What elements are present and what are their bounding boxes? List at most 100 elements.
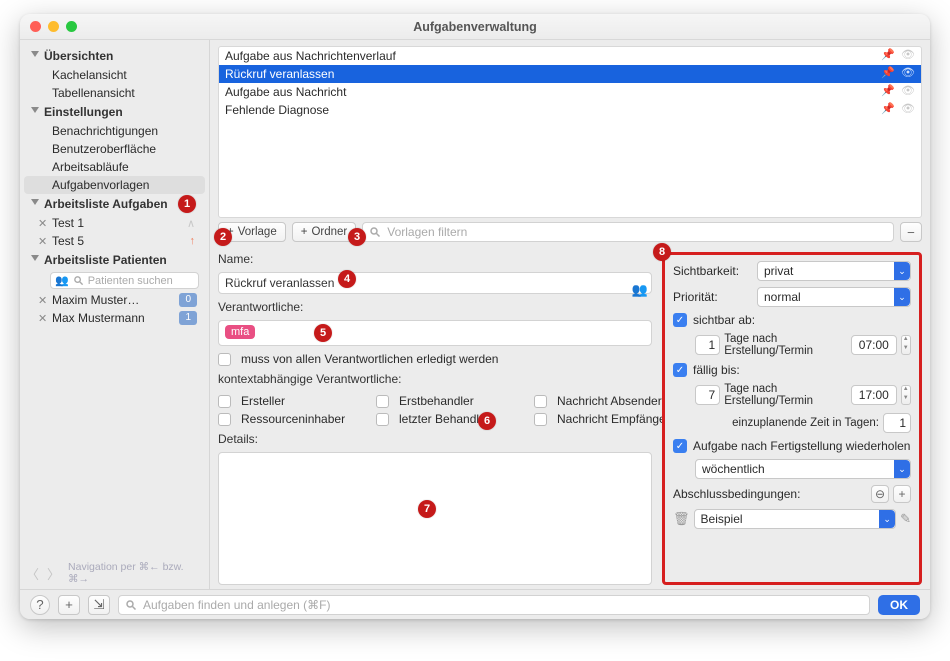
minimize-window-button[interactable] bbox=[48, 21, 59, 32]
eye-icon[interactable]: 👁 bbox=[901, 102, 915, 115]
list-item[interactable]: Rückruf veranlassen📌👁 bbox=[219, 65, 921, 83]
chevron-down-icon bbox=[31, 199, 39, 205]
sidebar-item-ui[interactable]: Benutzeroberfläche bbox=[24, 140, 205, 158]
condition-select[interactable]: Beispiel⌄ bbox=[694, 509, 897, 529]
template-list[interactable]: Aufgabe aus Nachrichtenverlauf📌👁 Rückruf… bbox=[218, 46, 922, 218]
annotation-4: 4 bbox=[338, 270, 356, 288]
close-icon[interactable]: ✕ bbox=[38, 312, 47, 325]
due-label: fällig bis: bbox=[693, 363, 740, 377]
add-folder-button[interactable]: +Ordner bbox=[292, 222, 357, 242]
chevron-down-icon bbox=[31, 255, 39, 261]
sidebar-item-patient-1[interactable]: ✕Max Mustermann1 bbox=[24, 309, 205, 327]
context-opt-lasttreater[interactable]: letzter Behandler bbox=[376, 412, 526, 426]
trash-icon[interactable]: 🗑 bbox=[673, 511, 690, 527]
visible-from-time-input[interactable]: 07:00 bbox=[851, 335, 897, 355]
export-button[interactable]: ⇲ bbox=[88, 595, 110, 615]
eye-icon[interactable]: 👁 bbox=[901, 84, 915, 97]
responsible-input[interactable]: mfa bbox=[218, 320, 652, 346]
context-opt-creator[interactable]: Ersteller bbox=[218, 394, 368, 408]
checkbox-icon bbox=[376, 395, 389, 408]
global-search-input[interactable]: Aufgaben finden und anlegen (⌘F) bbox=[118, 595, 870, 615]
sidebar-item-tableview[interactable]: Tabellenansicht bbox=[24, 84, 205, 102]
edit-icon[interactable]: ✎ bbox=[900, 511, 911, 527]
sidebar-footer: 〈 〉 Navigation per ⌘← bzw. ⌘→ bbox=[26, 561, 203, 585]
due-checkbox[interactable]: ✓ bbox=[673, 363, 687, 377]
visibility-select[interactable]: privat⌄ bbox=[757, 261, 911, 281]
time-stepper[interactable]: ▲▼ bbox=[901, 335, 911, 355]
remove-condition-button[interactable]: ⊖ bbox=[871, 485, 889, 503]
repeat-checkbox[interactable]: ✓ bbox=[673, 439, 687, 453]
sidebar-item-tasktemplates[interactable]: Aufgabenvorlagen bbox=[24, 176, 205, 194]
due-days-input[interactable]: 7 bbox=[695, 385, 720, 405]
patient-search[interactable]: 👥 Patienten suchen bbox=[50, 272, 199, 289]
checkbox-icon bbox=[534, 395, 547, 408]
search-icon bbox=[125, 599, 137, 611]
ok-button[interactable]: OK bbox=[878, 595, 920, 615]
sidebar-group-settings[interactable]: Einstellungen bbox=[24, 102, 205, 122]
zoom-window-button[interactable] bbox=[66, 21, 77, 32]
help-button[interactable]: ? bbox=[30, 595, 50, 615]
template-filter-input[interactable]: Vorlagen filtern bbox=[362, 222, 894, 242]
due-time-input[interactable]: 17:00 bbox=[851, 385, 897, 405]
dropdown-arrow-icon: ⌄ bbox=[894, 460, 910, 478]
details-textarea[interactable] bbox=[218, 452, 652, 585]
eye-icon[interactable]: 👁 bbox=[901, 66, 915, 79]
dropdown-arrow-icon: ⌄ bbox=[894, 288, 910, 306]
list-item[interactable]: Aufgabe aus Nachrichtenverlauf📌👁 bbox=[219, 47, 921, 65]
visibility-label: Sichtbarkeit: bbox=[673, 264, 751, 278]
sidebar-item-tileview[interactable]: Kachelansicht bbox=[24, 66, 205, 84]
annotation-3: 3 bbox=[348, 228, 366, 246]
count-badge: 1 bbox=[179, 311, 197, 325]
repeat-select[interactable]: wöchentlich⌄ bbox=[695, 459, 911, 479]
traffic-lights bbox=[30, 21, 77, 32]
search-icon bbox=[73, 275, 84, 286]
eye-icon[interactable]: 👁 bbox=[901, 48, 915, 61]
context-opt-firsttreater[interactable]: Erstbehandler bbox=[376, 394, 526, 408]
remove-template-button[interactable]: − bbox=[900, 222, 922, 242]
sidebar-group-overview[interactable]: Übersichten bbox=[24, 46, 205, 66]
nav-back-icon[interactable]: 〈 bbox=[26, 564, 39, 583]
dropdown-arrow-icon: ⌄ bbox=[879, 510, 895, 528]
pin-icon[interactable]: 📌 bbox=[881, 84, 895, 97]
sidebar-item-test1[interactable]: ✕Test 1∧ bbox=[24, 214, 205, 232]
sidebar-item-test5[interactable]: ✕Test 5↑ bbox=[24, 232, 205, 250]
sidebar-item-workflows[interactable]: Arbeitsabläufe bbox=[24, 158, 205, 176]
add-condition-button[interactable]: + bbox=[893, 485, 911, 503]
settings-panel: 8 Sichtbarkeit: privat⌄ Priorität: norma… bbox=[662, 252, 922, 585]
sidebar-group-patientlist[interactable]: Arbeitsliste Patienten bbox=[24, 250, 205, 270]
must-all-checkbox[interactable]: muss von allen Verantwortlichen erledigt… bbox=[218, 352, 652, 366]
annotation-5: 5 bbox=[314, 324, 332, 342]
priority-select[interactable]: normal⌄ bbox=[757, 287, 911, 307]
sidebar-item-patient-0[interactable]: ✕Maxim Muster…0 bbox=[24, 291, 205, 309]
plan-days-input[interactable]: 1 bbox=[883, 413, 911, 433]
responsible-tag[interactable]: mfa bbox=[225, 325, 255, 339]
close-icon[interactable]: ✕ bbox=[38, 235, 47, 248]
close-window-button[interactable] bbox=[30, 21, 41, 32]
visible-from-label: sichtbar ab: bbox=[693, 313, 755, 327]
search-icon bbox=[369, 226, 381, 238]
add-button[interactable]: + bbox=[58, 595, 80, 615]
form: Name: Rückruf veranlassen Verantwortlich… bbox=[218, 252, 922, 585]
context-opt-resourceowner[interactable]: Ressourceninhaber bbox=[218, 412, 368, 426]
close-icon[interactable]: ✕ bbox=[38, 217, 47, 230]
visible-from-days-input[interactable]: 1 bbox=[695, 335, 720, 355]
visible-from-checkbox[interactable]: ✓ bbox=[673, 313, 687, 327]
list-item[interactable]: Fehlende Diagnose📌👁 bbox=[219, 101, 921, 119]
time-stepper[interactable]: ▲▼ bbox=[901, 385, 911, 405]
chevron-down-icon bbox=[31, 107, 39, 113]
list-item[interactable]: Aufgabe aus Nachricht📌👁 bbox=[219, 83, 921, 101]
annotation-7: 7 bbox=[418, 500, 436, 518]
sidebar-item-notifications[interactable]: Benachrichtigungen bbox=[24, 122, 205, 140]
pin-icon[interactable]: 📌 bbox=[881, 48, 895, 61]
priority-label: Priorität: bbox=[673, 290, 751, 304]
people-icon[interactable]: 👥 bbox=[632, 282, 648, 298]
close-icon[interactable]: ✕ bbox=[38, 294, 47, 307]
sidebar: Übersichten Kachelansicht Tabellenansich… bbox=[20, 40, 210, 589]
pin-icon[interactable]: 📌 bbox=[881, 102, 895, 115]
nav-forward-icon[interactable]: 〉 bbox=[47, 564, 60, 583]
window-title: Aufgabenverwaltung bbox=[413, 20, 537, 34]
name-input[interactable]: Rückruf veranlassen bbox=[218, 272, 652, 294]
body: Übersichten Kachelansicht Tabellenansich… bbox=[20, 40, 930, 589]
window: Aufgabenverwaltung Übersichten Kachelans… bbox=[20, 14, 930, 619]
pin-icon[interactable]: 📌 bbox=[881, 66, 895, 79]
